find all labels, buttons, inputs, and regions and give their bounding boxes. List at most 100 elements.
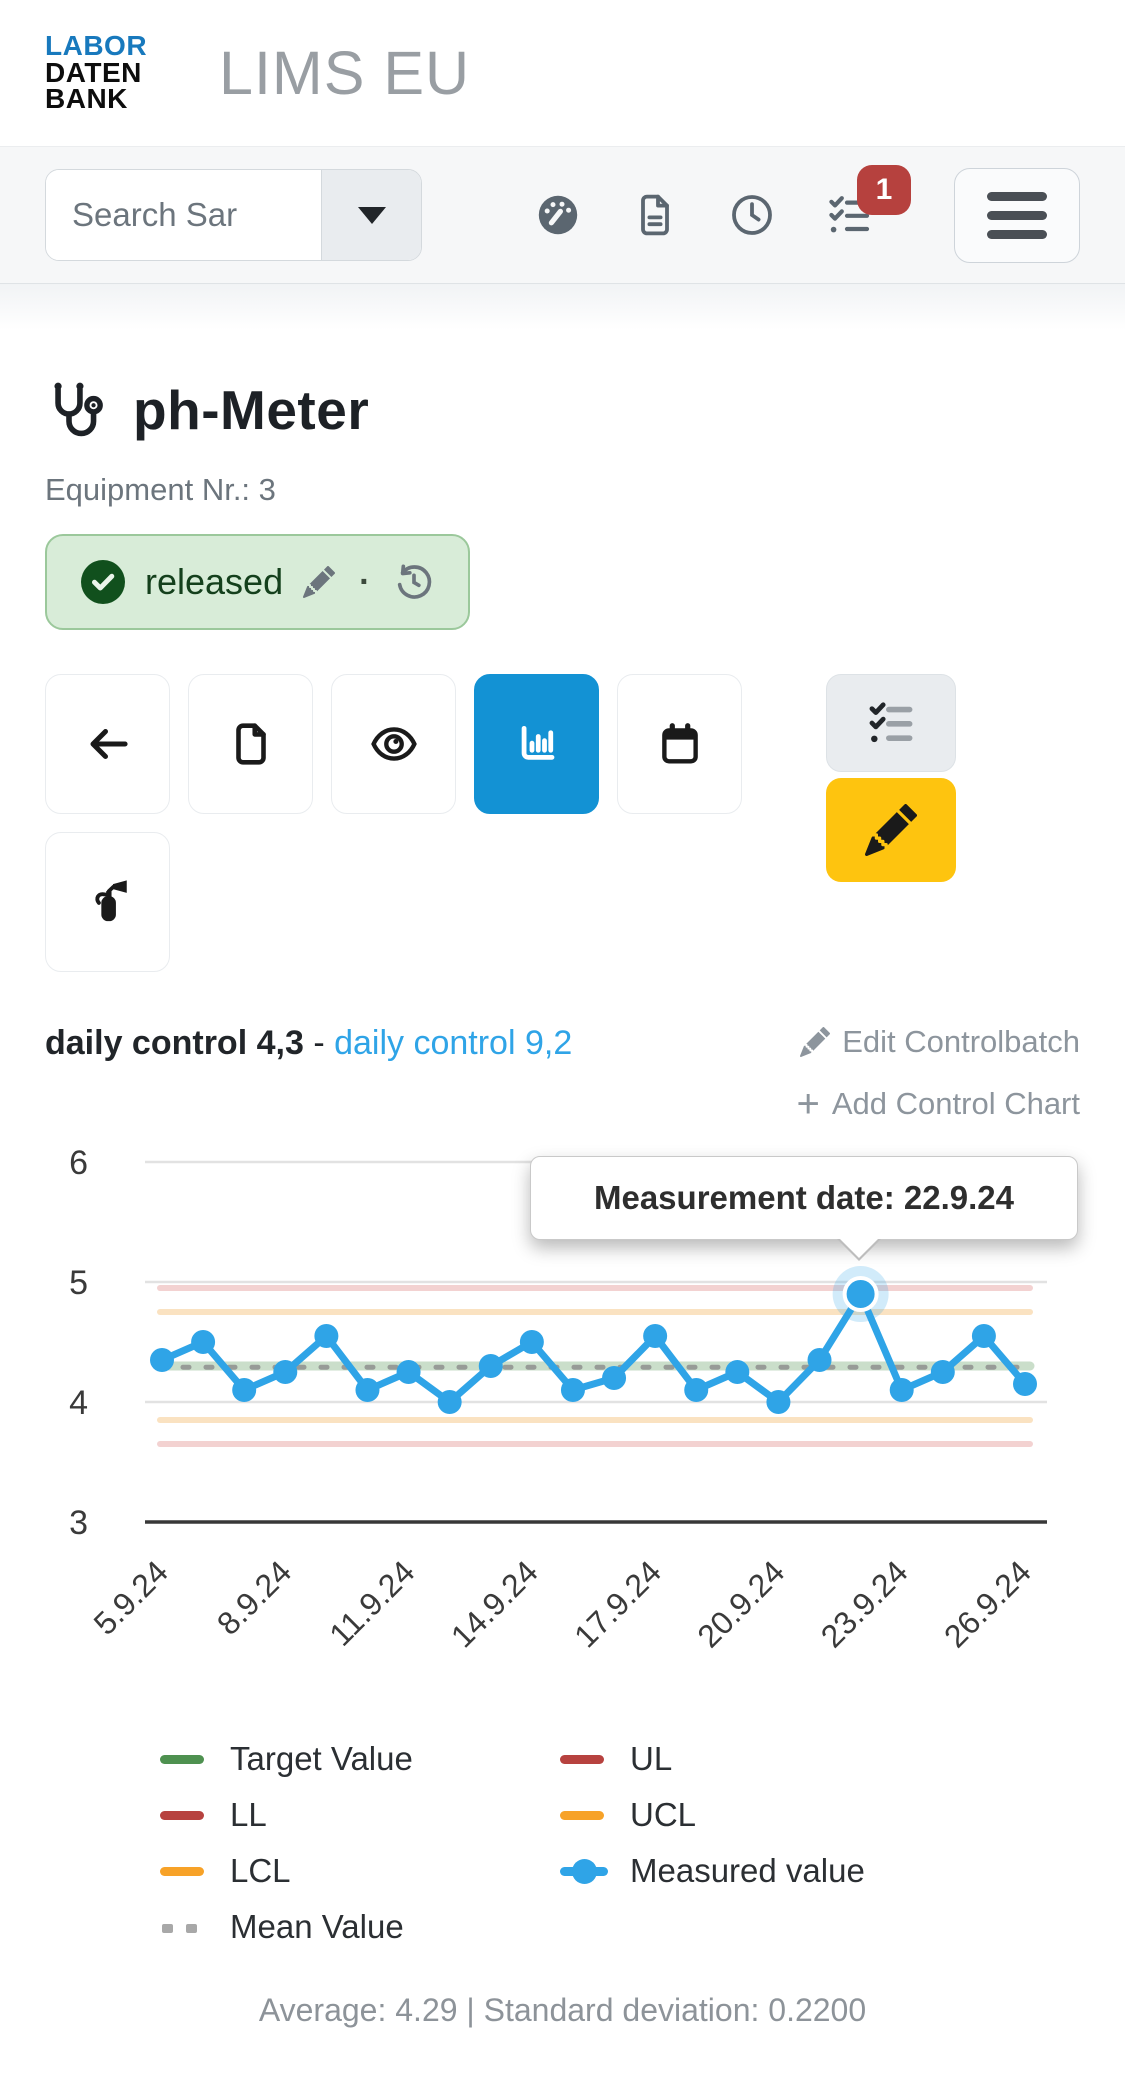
tasks-button[interactable] xyxy=(826,674,956,772)
legend-marker-icon xyxy=(160,1854,208,1888)
data-point xyxy=(520,1330,544,1354)
legend-item-label: Mean Value xyxy=(230,1908,404,1946)
legend-item-ll[interactable]: LL xyxy=(160,1796,560,1834)
clock-icon[interactable] xyxy=(728,191,776,239)
data-point xyxy=(972,1324,996,1348)
svg-text:17.9.24: 17.9.24 xyxy=(567,1553,668,1654)
svg-text:14.9.24: 14.9.24 xyxy=(444,1553,545,1654)
arrow-left-icon xyxy=(83,719,133,769)
legend-item-label: LCL xyxy=(230,1852,291,1890)
chart-legend: Target Value UL LL UCL LCL Measured valu… xyxy=(160,1740,1080,1946)
data-point xyxy=(561,1378,585,1402)
legend-item-label: UL xyxy=(630,1740,672,1778)
edit-controlbatch-link[interactable]: Edit Controlbatch xyxy=(800,1024,1080,1060)
action-buttons-row xyxy=(45,674,1080,972)
legend-item-label: UCL xyxy=(630,1796,696,1834)
data-point xyxy=(766,1390,790,1414)
legend-marker-icon xyxy=(160,1798,208,1832)
data-point xyxy=(314,1324,338,1348)
legend-marker-icon xyxy=(560,1798,608,1832)
legend-item-mean-value[interactable]: Mean Value xyxy=(160,1908,560,1946)
data-point xyxy=(684,1378,708,1402)
check-circle-icon xyxy=(81,560,125,604)
status-edit-pencil-icon[interactable] xyxy=(303,566,335,598)
menu-button[interactable] xyxy=(954,168,1080,263)
logo-line-labor: LABOR xyxy=(45,33,147,60)
action-buttons-right xyxy=(826,674,956,882)
data-point xyxy=(602,1366,626,1390)
status-separator: · xyxy=(359,563,370,602)
pencil-icon xyxy=(865,804,917,856)
chart-tooltip: Measurement date: 22.9.24 xyxy=(530,1156,1078,1240)
labordatenbank-logo[interactable]: LABOR DATEN BANK xyxy=(45,33,147,113)
toolbar-icon-group: 1 xyxy=(534,191,873,239)
page-title-row: ph-Meter xyxy=(45,378,1080,442)
legend-item-ucl[interactable]: UCL xyxy=(560,1796,1080,1834)
fire-extinguisher-button[interactable] xyxy=(45,832,170,972)
documents-button[interactable] xyxy=(188,674,313,814)
view-button[interactable] xyxy=(331,674,456,814)
legend-item-target-value[interactable]: Target Value xyxy=(160,1740,560,1778)
control-chart: 65435.9.248.9.2411.9.2414.9.2417.9.2420.… xyxy=(0,1128,1125,1728)
svg-text:26.9.24: 26.9.24 xyxy=(937,1553,1038,1654)
calendar-button[interactable] xyxy=(617,674,742,814)
logo-line-daten: DATEN xyxy=(45,60,147,87)
controlbatch-title: daily control 4,3 - daily control 9,2 xyxy=(45,1024,572,1063)
history-icon[interactable] xyxy=(394,562,434,602)
data-point xyxy=(232,1378,256,1402)
fire-extinguisher-icon xyxy=(83,877,133,927)
legend-item-ul[interactable]: UL xyxy=(560,1740,1080,1778)
main-content: ph-Meter Equipment Nr.: 3 released · xyxy=(0,378,1125,2099)
svg-text:20.9.24: 20.9.24 xyxy=(690,1553,791,1654)
tasks-checklist-icon[interactable]: 1 xyxy=(825,191,873,239)
add-control-chart-label: Add Control Chart xyxy=(832,1086,1080,1122)
legend-item-measured-value[interactable]: Measured value xyxy=(560,1852,1080,1890)
legend-item-label: LL xyxy=(230,1796,267,1834)
bar-chart-icon xyxy=(512,719,562,769)
app-header: LABOR DATEN BANK LIMS EU xyxy=(0,0,1125,146)
svg-text:4: 4 xyxy=(69,1384,88,1422)
back-button[interactable] xyxy=(45,674,170,814)
add-control-chart-link[interactable]: + Add Control Chart xyxy=(797,1086,1080,1122)
controlbatch-link[interactable]: daily control 9,2 xyxy=(334,1024,572,1062)
control-chart-button[interactable] xyxy=(474,674,599,814)
stethoscope-icon xyxy=(45,378,109,442)
data-point xyxy=(643,1324,667,1348)
legend-marker-icon xyxy=(560,1742,608,1776)
controlbatch-row: daily control 4,3 - daily control 9,2 Ed… xyxy=(45,1024,1080,1122)
search-input[interactable] xyxy=(46,170,321,260)
dashboard-gauge-icon[interactable] xyxy=(534,191,582,239)
controlbatch-separator: - xyxy=(313,1024,324,1062)
pencil-icon xyxy=(800,1027,830,1057)
notification-badge: 1 xyxy=(857,165,911,215)
data-point xyxy=(479,1354,503,1378)
status-badge: released · xyxy=(45,534,470,630)
document-icon[interactable] xyxy=(631,191,679,239)
controlbatch-current: daily control 4,3 xyxy=(45,1024,304,1062)
legend-marker-icon xyxy=(560,1854,608,1888)
top-toolbar: 1 xyxy=(0,146,1125,284)
menu-icon xyxy=(987,192,1047,201)
svg-text:11.9.24: 11.9.24 xyxy=(322,1553,421,1652)
page-title: ph-Meter xyxy=(133,378,369,442)
legend-item-label: Measured value xyxy=(630,1852,865,1890)
svg-text:5.9.24: 5.9.24 xyxy=(87,1553,175,1641)
svg-text:23.9.24: 23.9.24 xyxy=(814,1553,915,1654)
controlbatch-actions: Edit Controlbatch + Add Control Chart xyxy=(797,1024,1080,1122)
svg-text:5: 5 xyxy=(69,1264,88,1302)
edit-button[interactable] xyxy=(826,778,956,882)
data-point xyxy=(438,1390,462,1414)
calendar-icon xyxy=(655,719,705,769)
search-scope-dropdown[interactable] xyxy=(321,170,421,260)
data-point xyxy=(890,1378,914,1402)
data-point xyxy=(1013,1372,1037,1396)
data-point xyxy=(355,1378,379,1402)
file-icon xyxy=(226,719,276,769)
svg-text:3: 3 xyxy=(69,1504,88,1542)
chart-tooltip-text: Measurement date: 22.9.24 xyxy=(594,1179,1014,1216)
legend-item-lcl[interactable]: LCL xyxy=(160,1852,560,1890)
data-point xyxy=(725,1360,749,1384)
legend-marker-icon xyxy=(160,1910,208,1944)
data-point xyxy=(150,1348,174,1372)
search-group xyxy=(45,169,422,261)
